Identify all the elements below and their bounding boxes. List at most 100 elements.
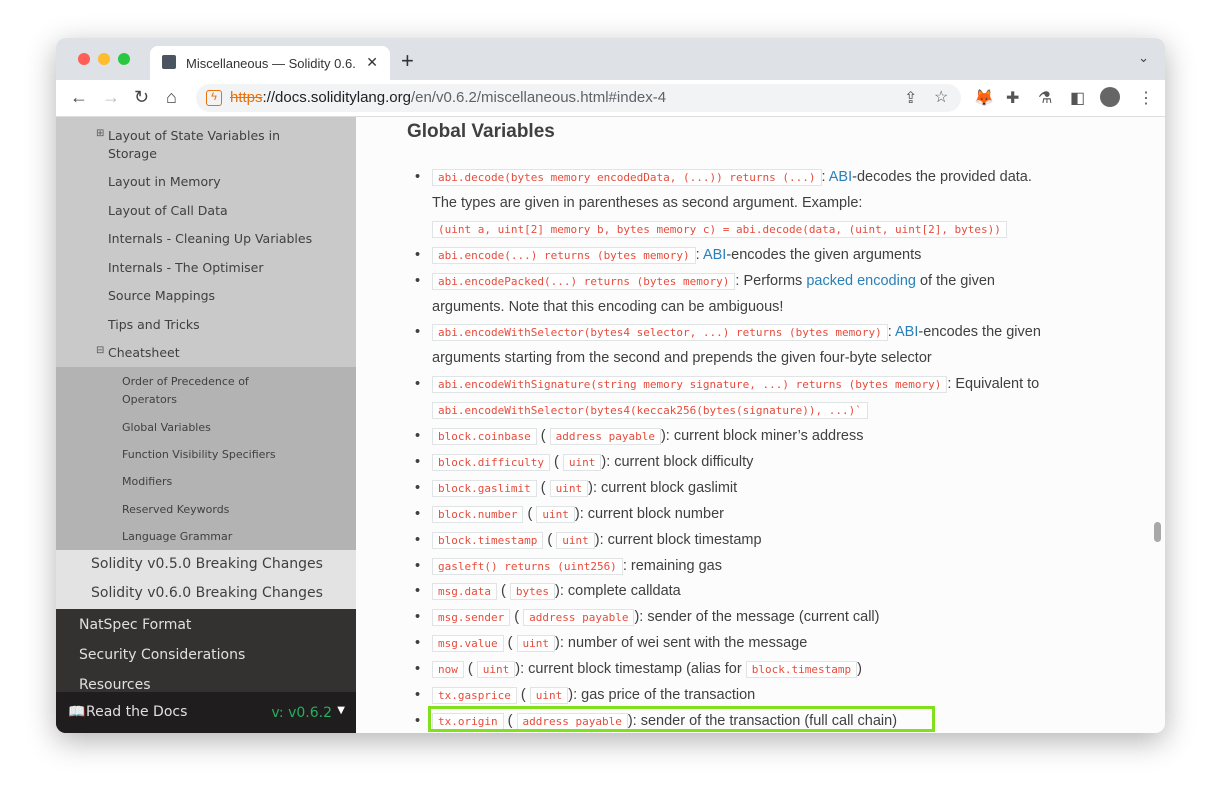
url-path: /en/v0.6.2/miscellaneous.html#index-4 bbox=[410, 89, 667, 106]
list-item: • block.gaslimit ( uint): current block g… bbox=[415, 477, 737, 500]
description: ): current block miner’s address bbox=[660, 428, 864, 444]
type-literal: address payable bbox=[523, 609, 635, 627]
sidebar-subitem[interactable]: Order of Precedence of Operators bbox=[122, 373, 262, 409]
list-item: • abi.encode(...) returns (bytes memory):… bbox=[415, 244, 921, 267]
page-heading: Global Variables bbox=[407, 121, 555, 142]
doc-link[interactable]: ABI bbox=[829, 169, 852, 185]
forward-icon[interactable]: → bbox=[102, 87, 120, 108]
bullet-icon: • bbox=[415, 169, 421, 185]
sidebar-item[interactable]: Internals - Cleaning Up Variables bbox=[108, 230, 312, 248]
tab-title: Miscellaneous — Solidity 0.6.2 bbox=[186, 56, 356, 71]
description: ): current block timestamp (alias for bbox=[515, 661, 746, 678]
sidebar-subitem[interactable]: Global Variables bbox=[122, 419, 211, 437]
url-scheme: https bbox=[230, 89, 263, 106]
type-literal: uint bbox=[516, 635, 555, 653]
description: : bbox=[887, 324, 895, 341]
description: ): gas price of the transaction bbox=[568, 687, 756, 703]
tab-miscellaneous[interactable]: Miscellaneous — Solidity 0.6.2 ✕ bbox=[150, 46, 390, 80]
sidebar-item[interactable]: Source Mappings bbox=[108, 287, 215, 305]
list-item: • abi.encodeWithSignature(string memory s… bbox=[415, 373, 1040, 396]
rtd-footer[interactable]: 📖 Read the Docs v: v0.6.2 ▼ bbox=[56, 692, 356, 733]
main-content: Global Variables • abi.decode(bytes memor… bbox=[356, 117, 1165, 733]
tab-search-chevron-icon[interactable]: ⌄ bbox=[1138, 50, 1149, 66]
bullet-icon: • bbox=[415, 712, 421, 729]
description: ): current block difficulty bbox=[601, 453, 754, 470]
profile-avatar-icon[interactable] bbox=[1100, 87, 1120, 107]
code-literal: abi.encodePacked(...) returns (bytes mem… bbox=[432, 272, 736, 290]
menu-icon[interactable]: ⋮ bbox=[1138, 88, 1154, 108]
sidebar-item[interactable]: Security Considerations bbox=[79, 647, 245, 663]
sidebar-item[interactable]: Solidity v0.6.0 Breaking Changes bbox=[91, 585, 323, 601]
sidebar-item[interactable]: Tips and Tricks bbox=[108, 316, 200, 334]
sidebar-subitem[interactable]: Function Visibility Specifiers bbox=[122, 446, 276, 464]
list-item: • msg.value ( uint): number of wei sent w… bbox=[415, 632, 807, 655]
description: The types are given in parentheses as se… bbox=[432, 194, 863, 211]
url-host: ://docs.soliditylang.org bbox=[262, 89, 411, 106]
bullet-icon: • bbox=[415, 557, 421, 574]
description: ): complete calldata bbox=[555, 583, 681, 600]
bullet-icon: • bbox=[415, 246, 421, 263]
sidebar-item[interactable]: Layout in Memory bbox=[108, 173, 221, 191]
collapse-icon[interactable]: ⊟ bbox=[96, 345, 104, 356]
sidebar-item[interactable]: Resources bbox=[79, 677, 151, 693]
list-item: arguments. Note that this encoding can b… bbox=[432, 296, 783, 318]
address-bar[interactable]: ϟ https://docs.soliditylang.org/en/v0.6.… bbox=[196, 84, 961, 112]
type-literal: uint bbox=[556, 531, 595, 549]
metamask-icon[interactable]: 🦊 bbox=[974, 88, 994, 108]
list-item: • tx.gasprice ( uint): gas price of the t… bbox=[415, 684, 756, 707]
sidebar-item[interactable]: Internals - The Optimiser bbox=[108, 259, 264, 277]
code-literal: tx.gasprice bbox=[432, 687, 517, 704]
list-item: (uint a, uint[2] memory b, bytes memory … bbox=[432, 218, 1007, 241]
type-literal: uint bbox=[562, 453, 602, 471]
home-icon[interactable]: ⌂ bbox=[166, 87, 177, 108]
sidebar-subitem[interactable]: Reserved Keywords bbox=[122, 501, 229, 519]
side-panel-icon[interactable]: ◧ bbox=[1070, 88, 1085, 108]
sidebar-subitem[interactable]: Language Grammar bbox=[122, 528, 232, 546]
version-selector[interactable]: v: v0.6.2 bbox=[271, 705, 332, 721]
sidebar-subitem[interactable]: Modifiers bbox=[122, 473, 172, 491]
code-literal: msg.value bbox=[432, 635, 504, 653]
bookmark-star-icon[interactable]: ☆ bbox=[934, 87, 948, 107]
bullet-icon: • bbox=[415, 453, 421, 470]
list-item: • abi.encodeWithSelector(bytes4 selector,… bbox=[415, 321, 1041, 344]
share-icon[interactable]: ⇪ bbox=[904, 88, 917, 108]
list-item: abi.encodeWithSelector(bytes4(keccak256(… bbox=[432, 399, 868, 422]
sidebar-item[interactable]: Solidity v0.5.0 Breaking Changes bbox=[91, 556, 323, 572]
description: : remaining gas bbox=[622, 557, 722, 574]
description: arguments. Note that this encoding can b… bbox=[432, 298, 784, 315]
sidebar-item-cheatsheet[interactable]: Cheatsheet bbox=[108, 344, 180, 362]
bullet-icon: • bbox=[415, 661, 421, 678]
minimize-window-button[interactable] bbox=[98, 53, 110, 65]
type-literal: uint bbox=[549, 479, 589, 497]
sidebar-item[interactable]: Layout of Call Data bbox=[108, 202, 228, 220]
list-item: • block.difficulty ( uint): current block… bbox=[415, 451, 754, 474]
close-tab-icon[interactable]: ✕ bbox=[366, 54, 378, 71]
not-secure-icon[interactable]: ϟ bbox=[206, 90, 222, 106]
back-icon[interactable]: ← bbox=[70, 87, 88, 108]
maximize-window-button[interactable] bbox=[118, 53, 130, 65]
extensions-icon[interactable]: ✚ bbox=[1006, 88, 1019, 108]
doc-link[interactable]: ABI bbox=[895, 324, 918, 340]
toolbar: ← → ↻ ⌂ ϟ https://docs.soliditylang.org/… bbox=[56, 80, 1165, 117]
code-literal: (uint a, uint[2] memory b, bytes memory … bbox=[432, 220, 1007, 238]
lab-icon[interactable]: ⚗ bbox=[1038, 88, 1052, 108]
scrollbar-thumb[interactable] bbox=[1154, 522, 1161, 542]
reload-icon[interactable]: ↻ bbox=[134, 87, 149, 108]
list-item: • block.coinbase ( address payable): curr… bbox=[415, 425, 864, 448]
description: : Equivalent to bbox=[947, 376, 1040, 393]
sidebar-item[interactable]: NatSpec Format bbox=[79, 617, 191, 633]
bullet-icon: • bbox=[415, 583, 421, 600]
collapse-icon[interactable]: ⊞ bbox=[96, 128, 104, 139]
new-tab-icon[interactable]: + bbox=[401, 48, 414, 74]
sidebar-nav: ⊞ Layout of State Variables in Storage L… bbox=[56, 117, 356, 733]
code-literal: now bbox=[432, 661, 464, 679]
sidebar-item[interactable]: Layout of State Variables in Storage bbox=[108, 127, 288, 163]
doc-link[interactable]: ABI bbox=[703, 247, 726, 263]
bullet-icon: • bbox=[415, 635, 421, 652]
type-literal: uint bbox=[476, 661, 516, 679]
doc-link[interactable]: packed encoding bbox=[806, 273, 916, 289]
close-window-button[interactable] bbox=[78, 53, 90, 65]
description: -decodes the provided data. bbox=[852, 169, 1032, 185]
list-item: arguments starting from the second and p… bbox=[432, 347, 932, 369]
description: : bbox=[695, 246, 703, 263]
